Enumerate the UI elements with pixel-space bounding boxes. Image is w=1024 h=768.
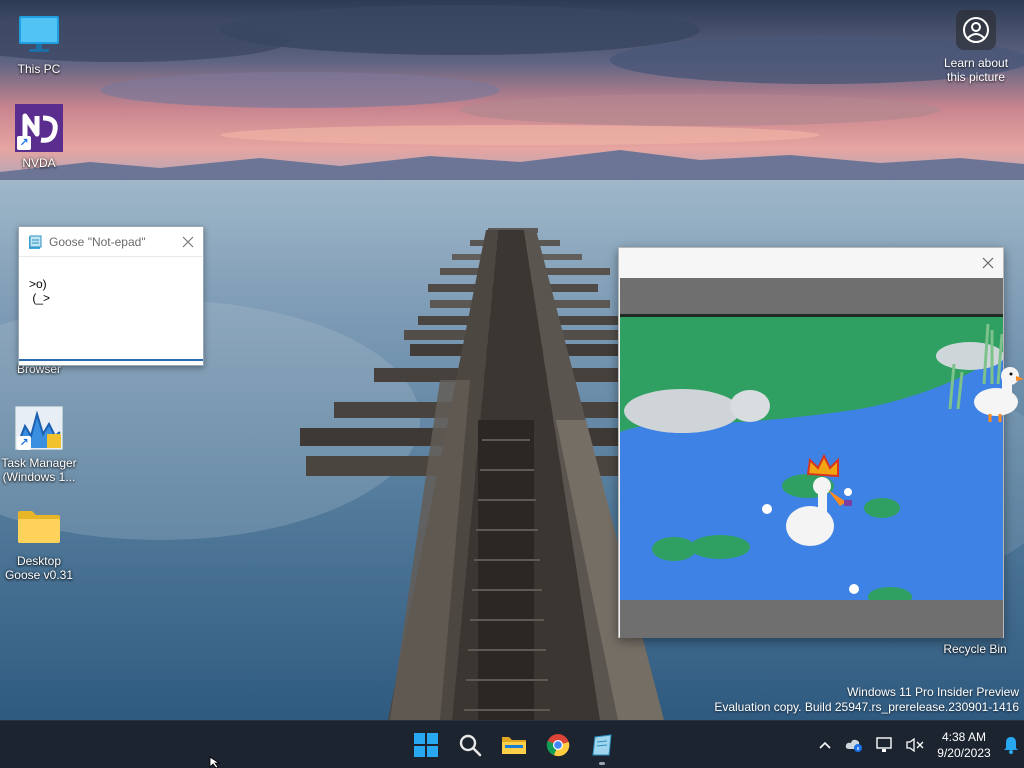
- close-button[interactable]: [173, 227, 203, 257]
- learn-about-label: Learn about this picture: [943, 56, 1009, 84]
- search-button[interactable]: [448, 725, 492, 765]
- close-icon: [182, 236, 194, 247]
- notepad-text-area[interactable]: >o) (_>: [19, 257, 203, 305]
- chrome-button[interactable]: [536, 725, 580, 765]
- desktop-icon-label: Desktop Goose v0.31: [4, 554, 74, 582]
- folder-icon: [15, 502, 63, 550]
- notepad-titlebar[interactable]: Goose "Not-epad": [19, 227, 203, 257]
- nvda-icon: ↗: [15, 104, 63, 152]
- search-icon: [459, 734, 482, 757]
- bell-icon: [1004, 737, 1018, 754]
- volume-muted-icon: [906, 737, 924, 753]
- notepad-bottom-accent: [19, 359, 203, 361]
- watermark-line-1: Windows 11 Pro Insider Preview: [847, 685, 1019, 699]
- watermark-line-2: Evaluation copy. Build 25947.rs_prerelea…: [714, 700, 1019, 714]
- desktop-goose[interactable]: [970, 366, 1024, 426]
- show-hidden-icons-button[interactable]: [810, 725, 840, 765]
- file-explorer-icon: [502, 737, 526, 754]
- goose-image-window[interactable]: [618, 247, 1004, 638]
- learn-about-picture[interactable]: Learn about this picture: [936, 10, 1016, 84]
- chrome-icon: [546, 734, 570, 757]
- onedrive-button[interactable]: [840, 725, 870, 765]
- desktop-icon-desktop-goose[interactable]: Desktop Goose v0.31: [1, 502, 77, 582]
- goose-game-image: [620, 314, 1003, 600]
- taskbar: 4:38 AM 9/20/2023: [0, 720, 1024, 768]
- shortcut-arrow-icon: ↗: [17, 136, 31, 150]
- desktop-icon-nvda[interactable]: ↗ NVDA: [1, 104, 77, 170]
- chevron-up-icon: [819, 741, 831, 749]
- windows-watermark: Windows 11 Pro Insider Preview Evaluatio…: [714, 685, 1019, 715]
- taskbar-pinned-apps: [404, 721, 624, 768]
- volume-button[interactable]: [900, 725, 930, 765]
- camera-spotlight-icon: [956, 10, 996, 50]
- notepad-window[interactable]: Goose "Not-epad" >o) (_>: [18, 226, 204, 366]
- close-button[interactable]: [973, 248, 1003, 278]
- notepad-icon: [29, 235, 42, 249]
- desktop-icon-task-manager[interactable]: ↗ Task Manager (Windows 1...: [1, 404, 77, 484]
- clock-date: 9/20/2023: [937, 746, 991, 760]
- notifications-button[interactable]: [998, 725, 1024, 765]
- system-tray: 4:38 AM 9/20/2023: [810, 721, 1024, 768]
- file-explorer-button[interactable]: [492, 725, 536, 765]
- desktop-icon-label: Recycle Bin: [943, 642, 1007, 656]
- desktop-icon-label: This PC: [17, 62, 61, 76]
- network-icon: [876, 737, 892, 752]
- notepad-title: Goose "Not-epad": [49, 234, 146, 249]
- start-icon: [414, 733, 438, 757]
- desktop-icon-label: NVDA: [22, 156, 56, 170]
- notepad-taskbar-button[interactable]: [580, 725, 624, 765]
- start-button[interactable]: [404, 725, 448, 765]
- running-indicator: [599, 762, 605, 765]
- desktop-icon-this-pc[interactable]: This PC: [1, 10, 77, 76]
- task-manager-icon: ↗: [15, 404, 63, 452]
- cloud-info-icon: [845, 739, 862, 752]
- mouse-cursor-icon: [209, 756, 221, 768]
- image-frame: [620, 278, 1003, 638]
- clock-time: 4:38 AM: [941, 730, 987, 744]
- notepad-icon: [592, 734, 612, 756]
- monitor-icon: [15, 10, 63, 58]
- shortcut-arrow-icon: ↗: [17, 436, 31, 450]
- image-window-titlebar[interactable]: [619, 248, 1003, 278]
- close-icon: [982, 257, 994, 269]
- network-button[interactable]: [870, 725, 900, 765]
- clock[interactable]: 4:38 AM 9/20/2023: [930, 729, 998, 761]
- desktop-icon-label: Task Manager (Windows 1...: [1, 456, 77, 484]
